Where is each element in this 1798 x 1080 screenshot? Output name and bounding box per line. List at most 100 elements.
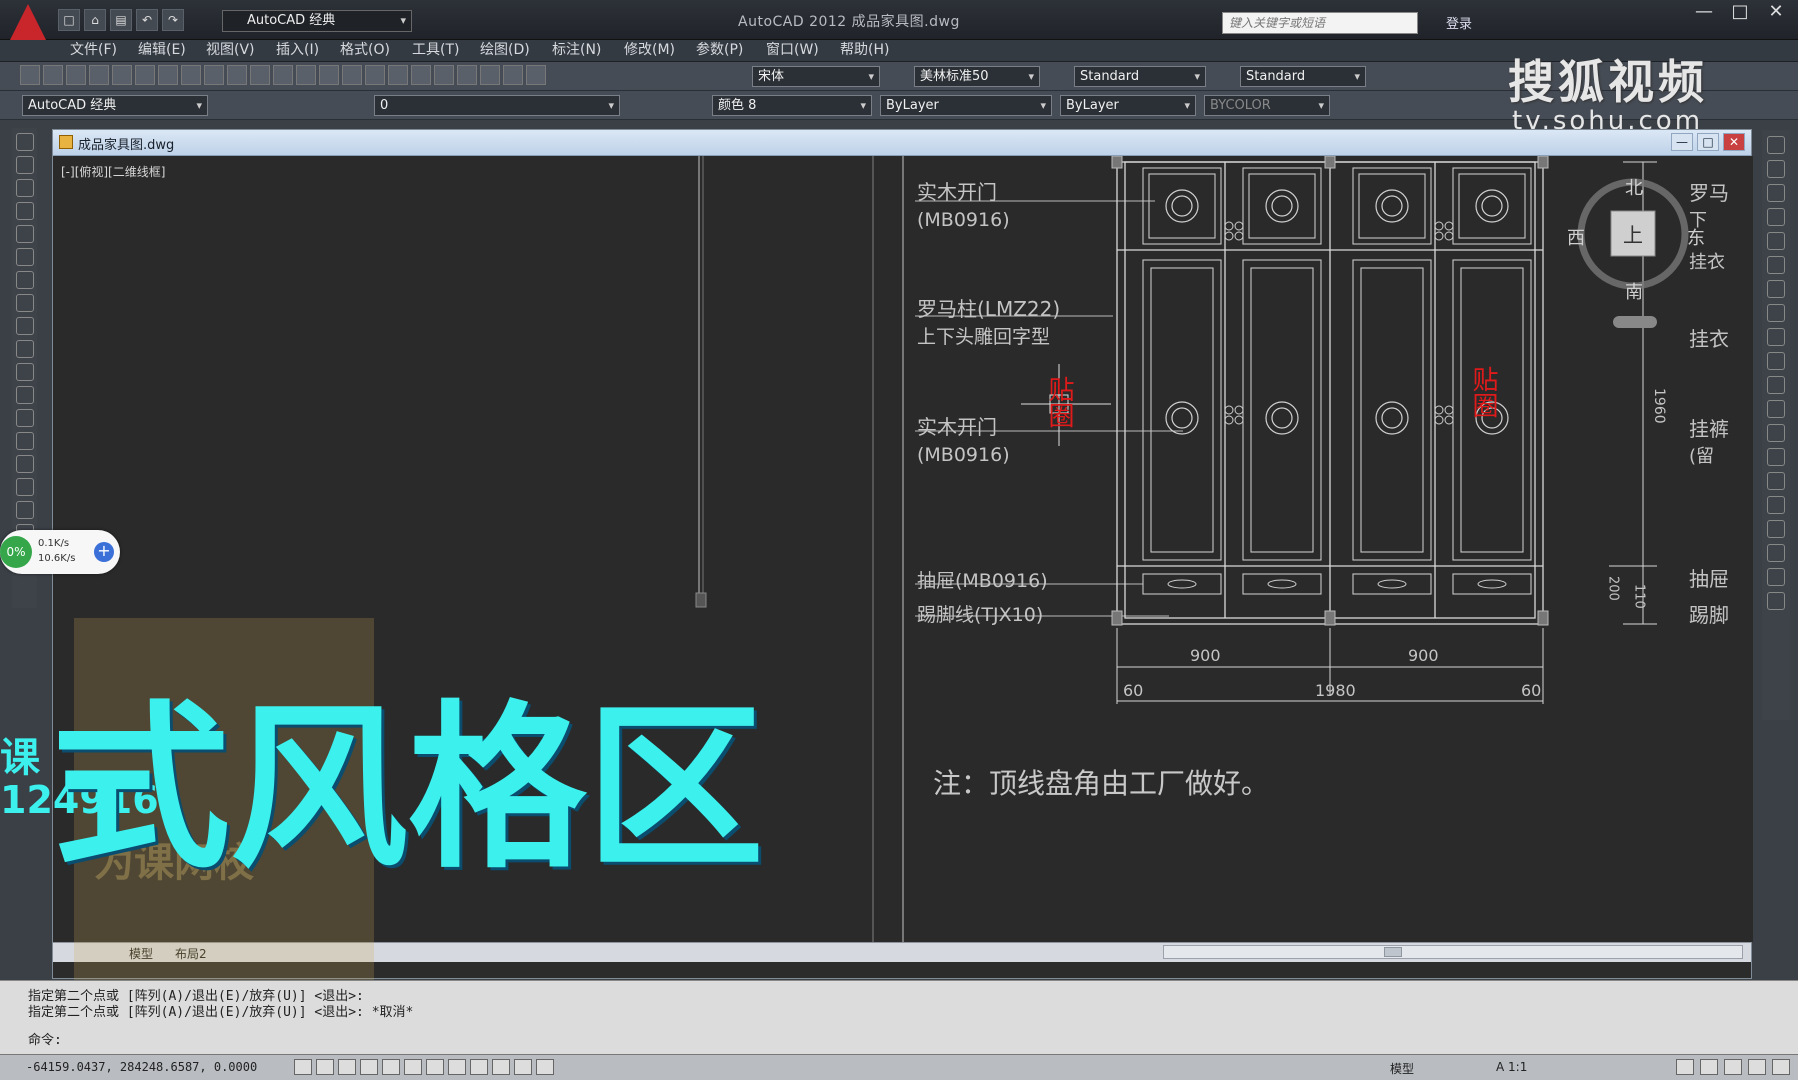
zoom-window-icon[interactable]	[342, 65, 362, 85]
make-block-icon[interactable]	[15, 409, 34, 427]
doc-maximize-button[interactable]: □	[1697, 133, 1719, 151]
plot-icon[interactable]	[89, 65, 109, 85]
publish-icon[interactable]	[135, 65, 155, 85]
ellipse-arc-icon[interactable]	[15, 363, 34, 381]
draw-order-icon[interactable]	[1767, 568, 1785, 586]
rectangle-icon[interactable]	[15, 225, 34, 243]
polygon-icon[interactable]	[15, 202, 34, 220]
open-icon[interactable]: ⌂	[84, 9, 106, 31]
undo-toolbar-icon[interactable]	[250, 65, 270, 85]
line-icon[interactable]	[15, 133, 34, 151]
menu-insert[interactable]: 插入(I)	[276, 40, 319, 61]
markup-icon[interactable]	[480, 65, 500, 85]
pan-icon[interactable]	[296, 65, 316, 85]
paste-icon[interactable]	[204, 65, 224, 85]
menu-dimension[interactable]: 标注(N)	[552, 40, 601, 61]
save-icon[interactable]	[66, 65, 86, 85]
new-icon[interactable]: □	[58, 9, 80, 31]
design-center-icon[interactable]	[411, 65, 431, 85]
font-select[interactable]: 宋体	[752, 66, 880, 87]
workspace-select-2[interactable]: AutoCAD 经典	[22, 95, 208, 116]
hardware-accel-icon[interactable]	[1724, 1059, 1742, 1075]
undo-icon[interactable]: ↶	[136, 9, 158, 31]
redo-icon[interactable]: ↷	[162, 9, 184, 31]
menu-draw[interactable]: 绘图(D)	[480, 40, 530, 61]
fillet-icon[interactable]	[1767, 496, 1785, 514]
menu-view[interactable]: 视图(V)	[206, 40, 255, 61]
match-properties-icon[interactable]	[227, 65, 247, 85]
command-prompt[interactable]: 命令:	[28, 1029, 62, 1048]
doc-minimize-button[interactable]: —	[1671, 133, 1693, 151]
join-icon[interactable]	[1767, 448, 1785, 466]
coordinates-readout[interactable]: -64159.0437, 284248.6587, 0.0000	[26, 1060, 257, 1074]
tool-palette-icon[interactable]	[434, 65, 454, 85]
mirror-icon[interactable]	[1767, 184, 1785, 202]
explode-icon[interactable]	[1767, 544, 1785, 562]
revision-cloud-icon[interactable]	[15, 294, 34, 312]
point-icon[interactable]	[15, 432, 34, 450]
lineweight-select[interactable]: ByLayer	[1060, 95, 1196, 116]
insert-block-icon[interactable]	[15, 386, 34, 404]
selection-cycling-icon[interactable]	[536, 1059, 554, 1075]
otrack-icon[interactable]	[404, 1059, 422, 1075]
break-icon[interactable]	[1767, 424, 1785, 442]
redo-toolbar-icon[interactable]	[273, 65, 293, 85]
stretch-icon[interactable]	[1767, 328, 1785, 346]
cut-icon[interactable]	[158, 65, 178, 85]
menu-file[interactable]: 文件(F)	[70, 40, 117, 61]
extend-icon[interactable]	[1767, 376, 1785, 394]
scale-icon[interactable]	[1767, 304, 1785, 322]
lock-icon[interactable]	[1700, 1059, 1718, 1075]
print-icon[interactable]: ▤	[110, 9, 132, 31]
menu-tools[interactable]: 工具(T)	[412, 40, 459, 61]
menu-format[interactable]: 格式(O)	[340, 40, 390, 61]
polyline-icon[interactable]	[15, 179, 34, 197]
plot-style-select[interactable]: BYCOLOR	[1204, 95, 1330, 116]
compass-top-face[interactable]: 上	[1623, 223, 1643, 247]
grid-icon[interactable]	[316, 1059, 334, 1075]
isolate-icon[interactable]	[1748, 1059, 1766, 1075]
osnap-icon[interactable]	[382, 1059, 400, 1075]
transparency-icon[interactable]	[492, 1059, 510, 1075]
preview-icon[interactable]	[112, 65, 132, 85]
rotate-icon[interactable]	[1767, 280, 1785, 298]
menu-help[interactable]: 帮助(H)	[840, 40, 889, 61]
workspace-select[interactable]: AutoCAD 经典	[222, 10, 412, 32]
menu-window[interactable]: 窗口(W)	[766, 40, 819, 61]
hatch-icon[interactable]	[15, 455, 34, 473]
help-icon[interactable]	[526, 65, 546, 85]
ducs-icon[interactable]	[426, 1059, 444, 1075]
model-space-label[interactable]: 模型	[1390, 1060, 1414, 1077]
circle-icon[interactable]	[15, 271, 34, 289]
calculator-icon[interactable]	[503, 65, 523, 85]
linetype-select[interactable]: ByLayer	[880, 95, 1052, 116]
autocad-logo-icon[interactable]	[8, 4, 48, 44]
offset-icon[interactable]	[1767, 208, 1785, 226]
viewport-label[interactable]: [-][俯视][二维线框]	[61, 163, 165, 180]
horizontal-scrollbar[interactable]	[1163, 945, 1743, 959]
command-window[interactable]: 指定第二个点或 [阵列(A)/退出(E)/放弃(U)] <退出>: 指定第二个点…	[0, 980, 1798, 1054]
text-edit-icon[interactable]	[1767, 592, 1785, 610]
menu-edit[interactable]: 编辑(E)	[138, 40, 186, 61]
sheet-set-icon[interactable]	[457, 65, 477, 85]
array-icon[interactable]	[1767, 232, 1785, 250]
break-point-icon[interactable]	[1767, 400, 1785, 418]
doc-close-button[interactable]: ✕	[1723, 133, 1745, 151]
copy-object-icon[interactable]	[1767, 160, 1785, 178]
move-icon[interactable]	[1767, 256, 1785, 274]
arc-icon[interactable]	[15, 248, 34, 266]
ortho-icon[interactable]	[338, 1059, 356, 1075]
region-icon[interactable]	[15, 501, 34, 519]
plus-icon[interactable]: +	[94, 542, 114, 562]
maximize-button[interactable]: □	[1726, 3, 1754, 23]
login-link[interactable]: 登录	[1446, 13, 1472, 32]
color-select[interactable]: 颜色 8	[712, 95, 872, 116]
gradient-icon[interactable]	[15, 478, 34, 496]
snap-icon[interactable]	[294, 1059, 312, 1075]
lineweight-icon[interactable]	[470, 1059, 488, 1075]
scrollbar-thumb[interactable]	[1384, 947, 1402, 957]
ellipse-icon[interactable]	[15, 340, 34, 358]
menu-modify[interactable]: 修改(M)	[624, 40, 675, 61]
chamfer-icon[interactable]	[1767, 472, 1785, 490]
spline-icon[interactable]	[15, 317, 34, 335]
